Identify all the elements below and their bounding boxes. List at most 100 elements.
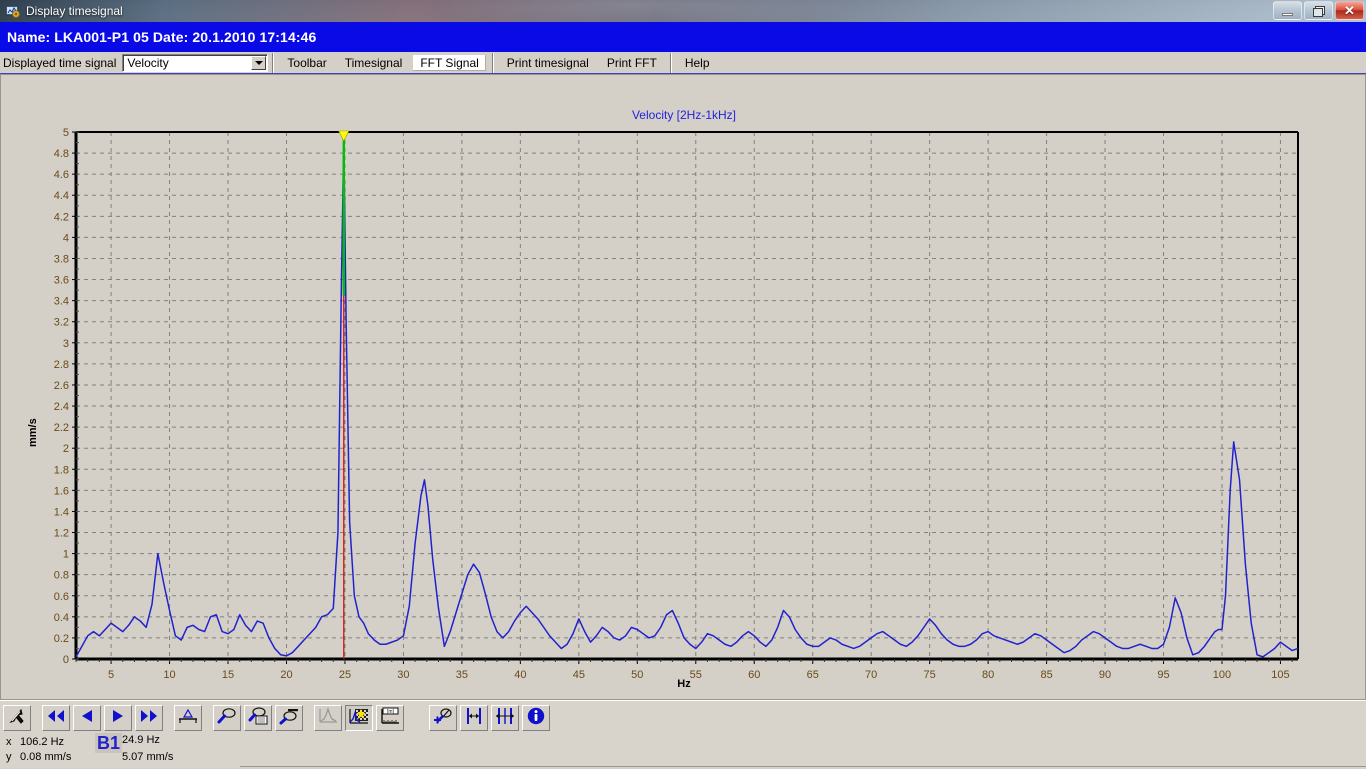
svg-text:60: 60 xyxy=(748,669,760,681)
axis-scale-icon: [m] xyxy=(379,707,401,730)
pointer-arrow-icon-button[interactable] xyxy=(3,705,31,731)
menu-item-print-timesignal[interactable]: Print timesignal xyxy=(499,54,597,72)
title-bar: Display timesignal ✕ xyxy=(0,0,1366,22)
svg-text:0.4: 0.4 xyxy=(54,612,69,624)
zoom-list-icon xyxy=(247,706,269,730)
add-marker-icon-button[interactable] xyxy=(429,705,457,731)
svg-text:3.4: 3.4 xyxy=(54,296,69,308)
chevron-down-icon[interactable] xyxy=(251,55,267,70)
svg-text:45: 45 xyxy=(573,669,585,681)
pointer-arrow-icon xyxy=(7,706,27,731)
svg-text:2.8: 2.8 xyxy=(54,359,69,371)
status-x-key: x xyxy=(6,736,12,748)
sideband-cursor-icon xyxy=(494,707,516,730)
marker-amplitude: 5.07 mm/s xyxy=(122,751,174,763)
svg-text:0.6: 0.6 xyxy=(54,591,69,603)
menu-divider-3 xyxy=(669,52,672,73)
svg-text:90: 90 xyxy=(1099,669,1111,681)
close-button[interactable]: ✕ xyxy=(1335,1,1364,20)
menu-item-toolbar[interactable]: Toolbar xyxy=(279,54,334,72)
minimize-icon xyxy=(1282,12,1293,16)
svg-text:0.2: 0.2 xyxy=(54,633,69,645)
svg-text:0.8: 0.8 xyxy=(54,570,69,582)
rewind-fast-icon-button[interactable] xyxy=(42,705,70,731)
svg-text:2.4: 2.4 xyxy=(54,401,69,413)
delta-cursor-icon-button[interactable] xyxy=(174,705,202,731)
svg-text:1.2: 1.2 xyxy=(54,528,69,540)
sideband-cursor-icon-button[interactable] xyxy=(491,705,519,731)
close-icon: ✕ xyxy=(1344,3,1355,18)
step-back-icon-button[interactable] xyxy=(73,705,101,731)
svg-text:105: 105 xyxy=(1271,669,1289,681)
svg-text:4.4: 4.4 xyxy=(54,190,69,202)
svg-text:85: 85 xyxy=(1040,669,1052,681)
chart-area[interactable]: 0 0.2 0.4 0.6 0.8 1 1.2 1.4 1.6 1.8 2 2.2 2.4 2.6 2.8 3… xyxy=(1,75,1366,701)
info-icon-button[interactable] xyxy=(522,705,550,731)
svg-text:35: 35 xyxy=(456,669,468,681)
svg-text:65: 65 xyxy=(807,669,819,681)
restore-button[interactable] xyxy=(1304,1,1333,20)
title-bar-background xyxy=(0,0,1366,22)
svg-text:[m]: [m] xyxy=(387,709,395,715)
menu-item-print-fft[interactable]: Print FFT xyxy=(599,54,665,72)
svg-text:40: 40 xyxy=(514,669,526,681)
peak-plot-icon-button[interactable] xyxy=(314,705,342,731)
svg-text:75: 75 xyxy=(924,669,936,681)
svg-text:1.6: 1.6 xyxy=(54,485,69,497)
svg-text:55: 55 xyxy=(690,669,702,681)
spectrum-chart[interactable]: 0 0.2 0.4 0.6 0.8 1 1.2 1.4 1.6 1.8 2 2.2 2.4 2.6 2.8 3… xyxy=(1,75,1366,701)
svg-text:4.2: 4.2 xyxy=(54,211,69,223)
svg-text:4: 4 xyxy=(63,232,69,244)
menu-bar: Displayed time signal Velocity Toolbar T… xyxy=(0,52,1366,74)
svg-text:100: 100 xyxy=(1213,669,1231,681)
forward-fast-icon-button[interactable] xyxy=(135,705,163,731)
bottom-toolbar: [m] xyxy=(0,704,550,732)
svg-text:1: 1 xyxy=(63,549,69,561)
svg-text:3.2: 3.2 xyxy=(54,317,69,329)
info-icon xyxy=(526,706,546,731)
add-marker-icon xyxy=(432,707,454,730)
marker-frequency: 24.9 Hz xyxy=(122,734,160,746)
spectrum-grid-icon-button[interactable] xyxy=(345,705,373,731)
svg-text:3.8: 3.8 xyxy=(54,253,69,265)
zoom-icon xyxy=(216,707,238,730)
svg-text:4.8: 4.8 xyxy=(54,148,69,160)
step-forward-icon-button[interactable] xyxy=(104,705,132,731)
zoom-icon-button[interactable] xyxy=(213,705,241,731)
svg-text:25: 25 xyxy=(339,669,351,681)
svg-text:5: 5 xyxy=(63,127,69,139)
zoom-out-icon-button[interactable] xyxy=(275,705,303,731)
record-name-text: Name: LKA001-P1 05 Date: 20.1.2010 17:14… xyxy=(7,29,317,45)
spectrum-grid-icon xyxy=(348,707,370,730)
menu-item-fft-signal[interactable]: FFT Signal xyxy=(412,53,487,72)
svg-text:4.6: 4.6 xyxy=(54,169,69,181)
svg-text:30: 30 xyxy=(397,669,409,681)
step-forward-icon xyxy=(108,709,128,728)
step-back-icon xyxy=(77,709,97,728)
svg-text:70: 70 xyxy=(865,669,877,681)
status-x-value: 106.2 Hz xyxy=(20,736,65,748)
rewind-fast-icon xyxy=(46,709,66,728)
svg-text:20: 20 xyxy=(280,669,292,681)
marker-badge[interactable]: B1 xyxy=(95,733,123,753)
plot-panel[interactable]: Velocity [2Hz-1kHz] mm/s Hz 0 0.2 0.4 0.6 0.… xyxy=(0,74,1366,700)
status-y-key: y xyxy=(6,751,12,763)
axis-scale-icon-button[interactable]: [m] xyxy=(376,705,404,731)
menu-divider-2 xyxy=(491,52,494,73)
window-controls: ✕ xyxy=(1273,1,1364,20)
status-y-value: 0.08 mm/s xyxy=(20,751,72,763)
peak-plot-icon xyxy=(317,706,339,730)
svg-text:2.6: 2.6 xyxy=(54,380,69,392)
menu-item-timesignal[interactable]: Timesignal xyxy=(337,54,411,72)
svg-text:3.6: 3.6 xyxy=(54,275,69,287)
app-window: Display timesignal ✕ Name: LKA001-P1 05 … xyxy=(0,0,1366,768)
minimize-button[interactable] xyxy=(1273,1,1302,20)
displayed-signal-select[interactable]: Velocity xyxy=(122,53,269,72)
record-name-bar: Name: LKA001-P1 05 Date: 20.1.2010 17:14… xyxy=(0,22,1366,52)
zoom-out-icon xyxy=(278,707,300,730)
zoom-list-icon-button[interactable] xyxy=(244,705,272,731)
harmonic-cursor-icon-button[interactable] xyxy=(460,705,488,731)
displayed-signal-label: Displayed time signal xyxy=(3,55,117,70)
menu-item-help[interactable]: Help xyxy=(677,54,718,72)
svg-text:3: 3 xyxy=(63,338,69,350)
